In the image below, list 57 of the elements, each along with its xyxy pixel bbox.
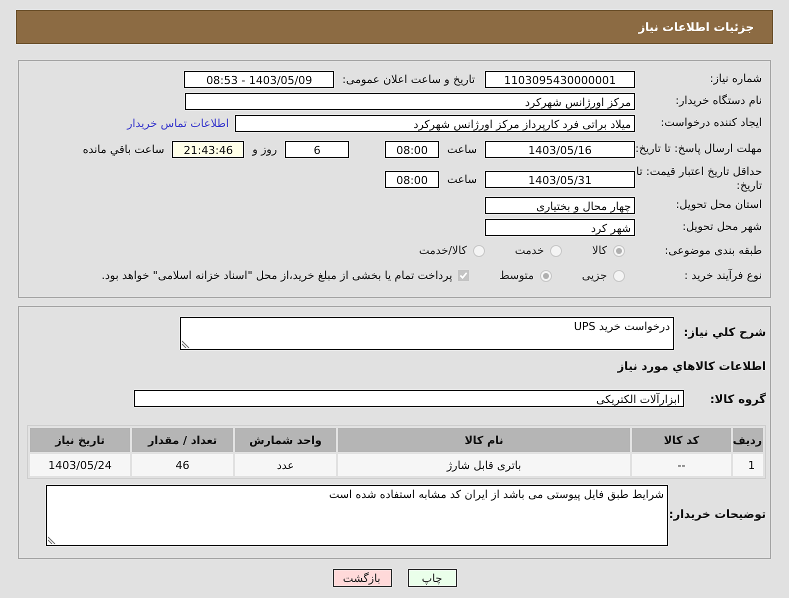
table-cell: 1403/05/24 — [30, 454, 130, 476]
table-cell: 1 — [733, 454, 763, 476]
payment-checkbox[interactable] — [458, 270, 470, 281]
description-text: درخواست خرید UPS — [574, 320, 670, 333]
column-header: نام کالا — [338, 428, 630, 452]
page-title: جزئیات اطلاعات نیاز — [638, 20, 754, 34]
goods-group-field: ابزارآلات الکتریکی — [134, 390, 684, 407]
resize-grip-icon[interactable] — [48, 536, 56, 544]
field-label: نوع فرآیند خرید : — [683, 268, 762, 282]
payment-note: پرداخت تمام یا بخشی از مبلغ خرید،از محل "اسناد خزانه اسلامی" خواهد بود. — [102, 269, 452, 282]
field-label: حداقل تاریخ اعتبار قیمت: تا تاریخ: — [635, 165, 762, 193]
need-number-field: 1103095430000001 — [485, 70, 635, 88]
date-field: 1403/05/31 — [485, 170, 635, 188]
province-field: چهار محال و بختیاری — [485, 196, 635, 214]
announce-date-field: 1403/05/09 - 08:53 — [184, 70, 334, 88]
table-cell: -- — [632, 454, 731, 476]
contact-link[interactable]: اطلاعات تماس خریدار — [127, 116, 229, 130]
back-button[interactable]: بازگشت — [332, 569, 392, 587]
print-button[interactable]: چاپ — [408, 569, 456, 587]
column-header: واحد شمارش — [235, 428, 336, 452]
field-label: ایجاد کننده درخواست: — [660, 116, 762, 130]
field-label: شماره نیاز: — [708, 72, 762, 86]
remaining-label: ساعت باقي مانده — [82, 142, 164, 156]
resize-grip-icon[interactable] — [182, 340, 190, 348]
days-label: روز و — [252, 142, 278, 156]
column-header: کد کالا — [632, 428, 731, 452]
category-radio[interactable]: کالا/خدمت — [419, 244, 485, 257]
field-label: گروه کالا: — [709, 391, 766, 406]
field-label: مهلت ارسال پاسخ: تا تاریخ: — [635, 142, 762, 156]
table-cell: 46 — [132, 454, 233, 476]
purchase-type-radio[interactable]: جزیی — [582, 269, 625, 282]
column-header: تاریخ نیاز — [30, 428, 130, 452]
buyer-notes-text: شرایط طبق فایل پیوستی می باشد از ایران کد مشابه استفاده شده است — [328, 488, 664, 501]
category-radio[interactable]: خدمت — [514, 244, 562, 257]
time-label: ساعت — [447, 172, 477, 186]
city-field: شهر کرد — [485, 218, 635, 236]
column-header: ردیف — [733, 428, 763, 452]
requester-field: میلاد براتی فرد کارپرداز مرکز اورژانس شهرکرد — [235, 114, 635, 132]
category-radio[interactable]: کالا — [592, 244, 625, 257]
field-label: شهر محل تحویل: — [681, 220, 762, 234]
remaining-time-field: 21:43:46 — [172, 140, 244, 158]
section-heading: اطلاعات کالاهاي مورد نياز — [616, 358, 766, 375]
time-field: 08:00 — [385, 140, 440, 158]
purchase-type-radio[interactable]: متوسط — [499, 269, 552, 282]
field-label: شرح کلي نياز: — [684, 324, 766, 339]
field-label: طبقه بندی موضوعی: — [664, 244, 762, 258]
table-cell: عدد — [235, 454, 336, 476]
table-cell: باتری قابل شارژ — [338, 454, 630, 476]
column-header: تعداد / مقدار — [132, 428, 233, 452]
date-field: 1403/05/16 — [485, 140, 635, 158]
time-label: ساعت — [447, 142, 477, 156]
time-field: 08:00 — [385, 170, 440, 188]
field-label: تاریخ و ساعت اعلان عمومی: — [342, 72, 475, 86]
days-field: 6 — [285, 140, 350, 158]
field-label: استان محل تحویل: — [674, 198, 762, 212]
field-label: نام دستگاه خریدار: — [674, 94, 762, 108]
buyer-org-field: مرکز اورژانس شهرکرد — [185, 92, 635, 110]
